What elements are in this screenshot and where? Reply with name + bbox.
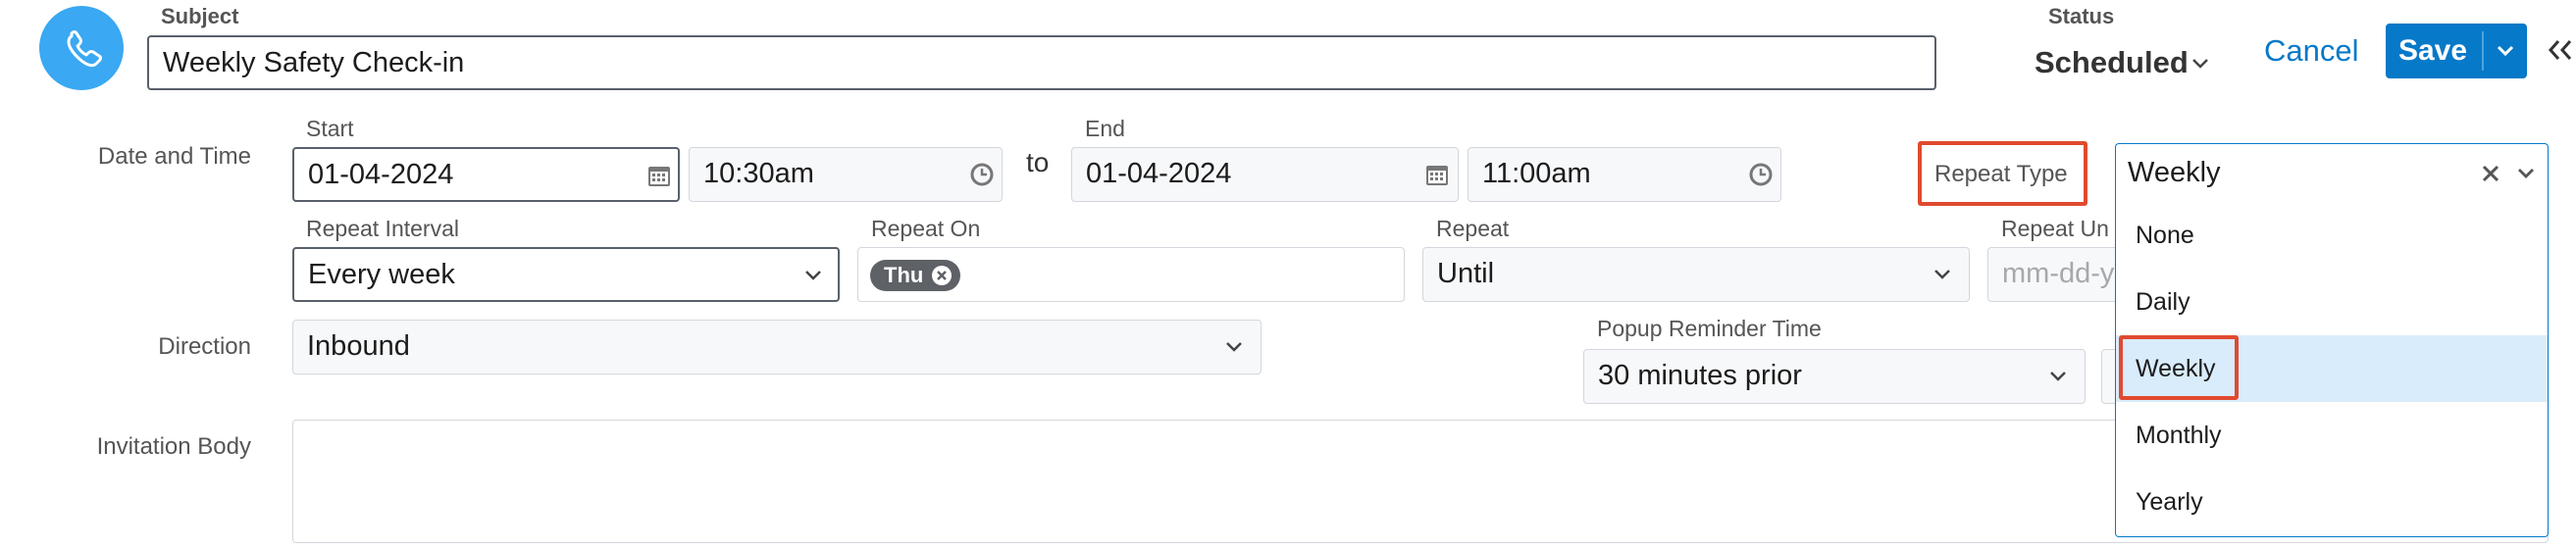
repeat-label: Repeat [1436,216,1510,241]
subject-label: Subject [161,4,239,28]
end-date-input[interactable]: 01-04-2024 [1071,147,1459,202]
end-label: End [1085,116,1125,141]
repeat-type-option-none[interactable]: None [2116,202,2548,269]
repeat-interval-label: Repeat Interval [306,216,459,241]
start-date-value: 01-04-2024 [308,159,454,190]
chevron-down-icon [2050,372,2066,381]
repeat-type-option-monthly[interactable]: Monthly [2116,402,2548,469]
chevron-down-icon [1226,342,1242,352]
chevron-down-icon [2192,59,2208,69]
weekly-option-highlight [2119,335,2239,400]
chevron-down-icon [805,271,821,280]
cancel-button[interactable]: Cancel [2264,29,2359,73]
day-chip: Thu [870,260,960,291]
end-time-input[interactable]: 11:00am [1468,147,1781,202]
repeat-type-option-daily[interactable]: Daily [2116,269,2548,335]
repeat-select[interactable]: Until [1422,247,1970,302]
direction-select[interactable]: Inbound [292,320,1262,374]
repeat-type-option-yearly[interactable]: Yearly [2116,469,2548,535]
phone-icon [67,30,102,68]
repeat-interval-select[interactable]: Every week [292,247,840,302]
repeat-type-select[interactable]: Weekly [2115,143,2549,202]
double-chevron-left-icon [2548,40,2572,60]
chevron-down-icon [2497,45,2514,57]
end-date-value: 01-04-2024 [1086,158,1232,189]
repeat-interval-value: Every week [308,259,455,290]
calendar-icon[interactable] [645,162,673,189]
collapse-panel-button[interactable] [2545,33,2574,67]
chevron-down-icon [1934,270,1950,279]
repeat-until-input[interactable]: mm-dd-y [1987,247,2125,302]
end-time-value: 11:00am [1482,158,1591,189]
direction-value: Inbound [307,330,410,362]
date-time-label: Date and Time [97,143,251,170]
call-avatar [39,6,124,90]
close-icon[interactable] [931,265,953,286]
popup-reminder-label: Popup Reminder Time [1597,316,1822,341]
subject-value: Weekly Safety Check-in [163,47,465,78]
invitation-body-label: Invitation Body [96,433,251,460]
direction-label: Direction [158,333,251,360]
repeat-on-label: Repeat On [871,216,981,241]
clear-icon[interactable] [2479,162,2502,185]
subject-input[interactable]: Weekly Safety Check-in [147,35,1936,90]
clock-icon[interactable] [968,161,996,188]
repeat-until-label: Repeat Un [2001,216,2109,241]
repeat-value: Until [1437,258,1495,289]
clock-icon[interactable] [1747,161,1775,188]
popup-reminder-select[interactable]: 30 minutes prior [1583,349,2086,404]
save-button-group: Save [2386,24,2527,78]
start-label: Start [306,116,354,141]
start-date-input[interactable]: 01-04-2024 [292,147,680,202]
save-button[interactable]: Save [2386,24,2480,78]
calendar-icon[interactable] [1423,161,1451,188]
repeat-until-placeholder: mm-dd-y [2002,258,2115,289]
start-time-input[interactable]: 10:30am [689,147,1003,202]
start-time-value: 10:30am [703,158,814,189]
day-chip-label: Thu [884,263,924,287]
repeat-on-input[interactable]: Thu [857,247,1405,302]
save-options-button[interactable] [2484,24,2527,78]
to-label: to [1026,147,1050,177]
chevron-down-icon[interactable] [2514,162,2538,185]
repeat-type-label: Repeat Type [1934,161,2068,187]
status-value: Scheduled [2035,45,2189,79]
status-label: Status [2048,4,2115,28]
repeat-type-value: Weekly [2128,157,2221,188]
status-dropdown[interactable]: Scheduled [2035,41,2231,84]
popup-reminder-value: 30 minutes prior [1598,360,1802,391]
